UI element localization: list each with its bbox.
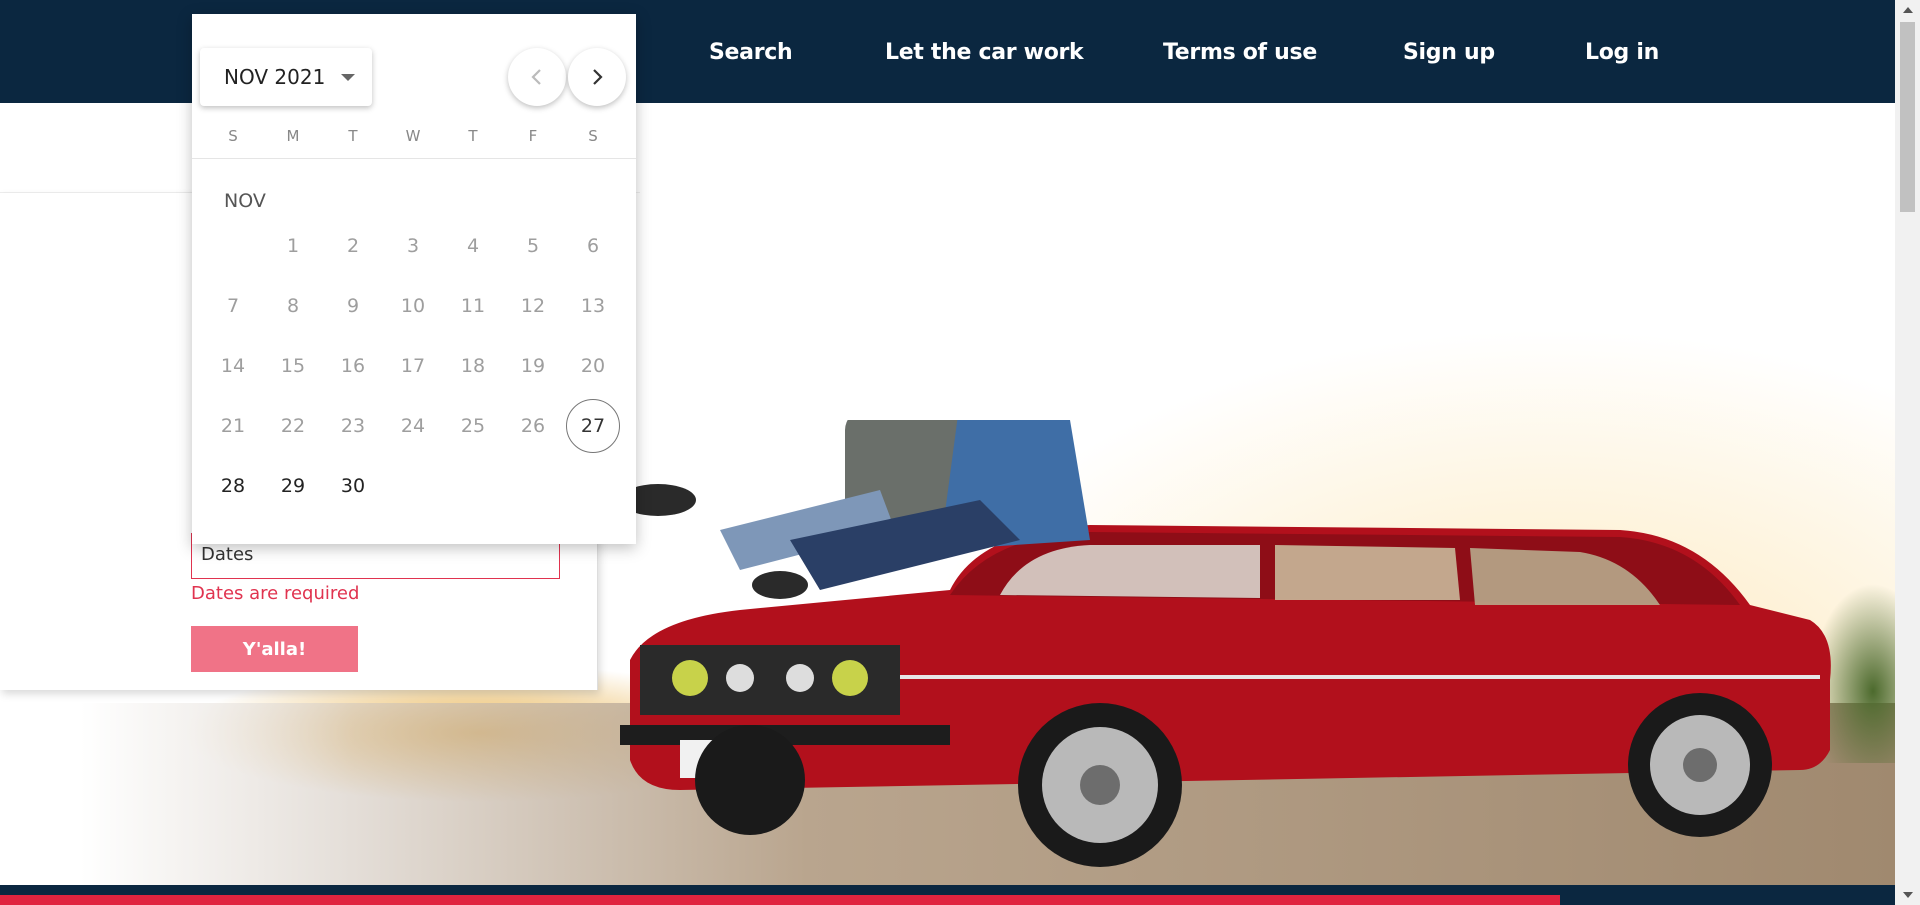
calendar-day: 14 [220, 355, 246, 377]
weekday-label: T [348, 127, 358, 145]
calendar-day: 11 [460, 295, 486, 317]
calendar-day: 2 [346, 235, 360, 257]
arrow-up-icon [1902, 7, 1913, 13]
nav-terms-of-use[interactable]: Terms of use [1163, 40, 1317, 65]
hero-car-photo [620, 420, 1831, 867]
calendar-day[interactable]: 30 [326, 459, 380, 513]
calendar-day: 7 [226, 295, 240, 317]
arrow-down-icon [1902, 892, 1913, 898]
calendar-day: 1 [286, 235, 300, 257]
calendar-day[interactable]: 28 [206, 459, 260, 513]
calendar-day: 12 [520, 295, 546, 317]
calendar-day: 23 [340, 415, 366, 437]
weekday-label: W [405, 127, 421, 145]
weekday-header: S M T W T F S [192, 127, 636, 159]
prev-month-button[interactable] [508, 48, 566, 106]
nav-search[interactable]: Search [709, 40, 793, 65]
caret-down-icon [341, 73, 356, 81]
footer-accent-stripe [0, 895, 1560, 905]
weekday-label: S [588, 127, 598, 145]
calendar-day: 3 [406, 235, 420, 257]
calendar-day[interactable]: 27 [566, 399, 620, 453]
dates-error-message: Dates are required [191, 583, 360, 604]
month-year-selector[interactable]: NOV 2021 [200, 48, 372, 106]
weekday-label: M [286, 127, 300, 145]
calendar-day: 16 [340, 355, 366, 377]
yalla-submit-button[interactable]: Y'alla! [191, 626, 358, 672]
calendar-month-label: NOV [224, 190, 266, 212]
calendar-day: 8 [286, 295, 300, 317]
scroll-up-button[interactable] [1895, 0, 1920, 20]
chevron-right-icon [593, 69, 603, 85]
nav-let-the-car-work[interactable]: Let the car work [885, 40, 1084, 65]
calendar-day: 9 [346, 295, 360, 317]
scroll-thumb[interactable] [1900, 22, 1915, 212]
page-scrollbar[interactable] [1895, 0, 1920, 905]
calendar-day: 24 [400, 415, 426, 437]
page: Search Let the car work Terms of use Sig… [0, 0, 1920, 905]
calendar-day: 13 [580, 295, 606, 317]
calendar-day: 21 [220, 415, 246, 437]
calendar-day: 20 [580, 355, 606, 377]
calendar-day: 6 [586, 235, 600, 257]
calendar-day: 26 [520, 415, 546, 437]
calendar-day: 4 [466, 235, 480, 257]
weekday-label: T [468, 127, 478, 145]
weekday-label: F [528, 127, 538, 145]
month-year-label: NOV 2021 [224, 65, 326, 89]
chevron-left-icon [531, 69, 541, 85]
calendar-day: 15 [280, 355, 306, 377]
calendar-day[interactable]: 29 [266, 459, 320, 513]
nav-log-in[interactable]: Log in [1585, 40, 1659, 65]
calendar-day: 5 [526, 235, 540, 257]
weekday-label: S [228, 127, 238, 145]
calendar-day: 22 [280, 415, 306, 437]
calendar-day: 19 [520, 355, 546, 377]
nav-sign-up[interactable]: Sign up [1403, 40, 1495, 65]
calendar-day: 25 [460, 415, 486, 437]
scroll-down-button[interactable] [1895, 885, 1920, 905]
calendar-day: 18 [460, 355, 486, 377]
date-picker-popup: NOV 2021 S M T W T F S NOV 1 2 3 4 5 6 7 8 9 10 11… [192, 14, 636, 544]
calendar-day: 10 [400, 295, 426, 317]
calendar-day: 17 [400, 355, 426, 377]
next-month-button[interactable] [568, 48, 626, 106]
